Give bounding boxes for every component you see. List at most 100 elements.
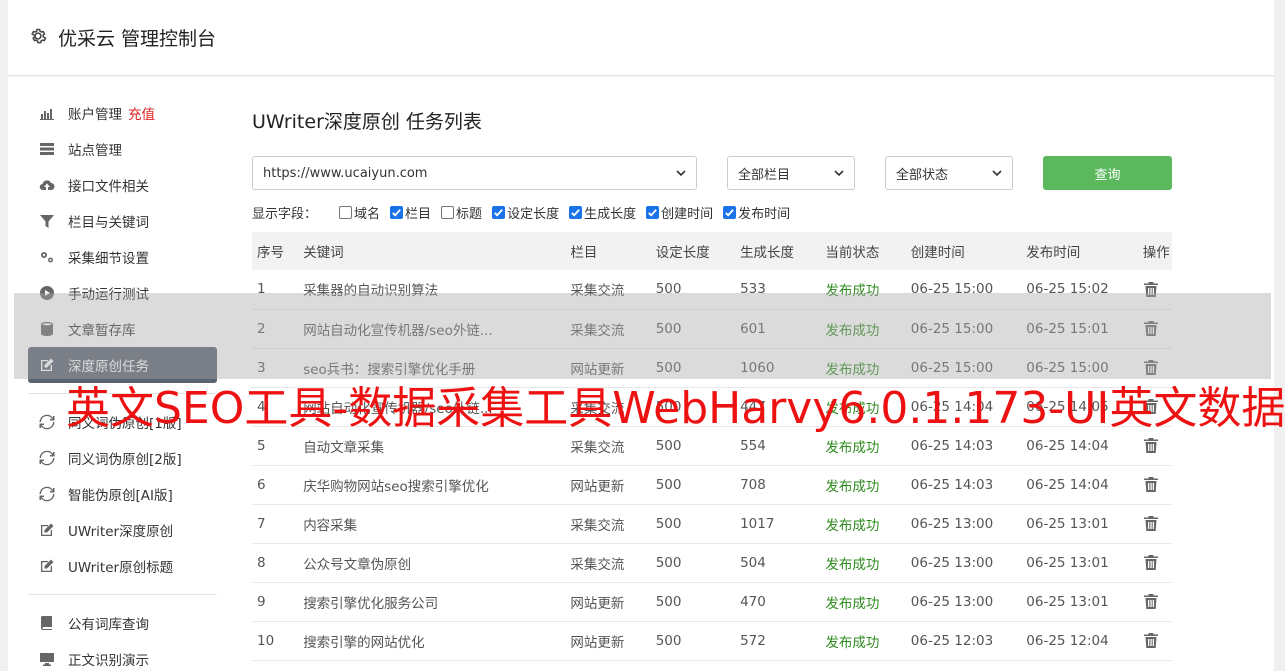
- display-fields: 显示字段： 域名 栏目 标题 设定长度 生成长度 创建时间 发布时间: [252, 203, 800, 222]
- table-cell: 06-25 12:04: [1026, 632, 1109, 649]
- table-cell: 500: [655, 632, 682, 649]
- sidebar-item-label: 正文识别演示: [68, 653, 149, 669]
- table-row: 7 内容采集 采集交流 500 1017 发布成功 06-25 13:00 06-25 13:…: [252, 504, 1172, 543]
- field-checkbox[interactable]: 栏目: [390, 203, 431, 222]
- sidebar-item[interactable]: UWriter深度原创: [28, 512, 218, 548]
- table-cell: 500: [655, 554, 682, 571]
- bar-chart-icon: [38, 104, 56, 122]
- refresh-icon: [38, 485, 56, 503]
- overlay-band: [14, 293, 1271, 379]
- sidebar-item-label: 同义词伪原创[2版]: [68, 452, 182, 468]
- cogs-icon: [38, 248, 56, 266]
- field-checkbox[interactable]: 发布时间: [723, 203, 790, 222]
- sidebar-item[interactable]: 站点管理: [28, 131, 218, 167]
- status-select[interactable]: 全部状态: [885, 156, 1013, 190]
- delete-action[interactable]: [1138, 465, 1172, 504]
- field-checkbox[interactable]: 域名: [339, 203, 380, 222]
- sidebar-item[interactable]: 账户管理 充值: [28, 95, 218, 131]
- table-cell: 06-25 13:01: [1026, 593, 1109, 610]
- table-cell: 9: [257, 593, 266, 610]
- monitor-icon: [38, 650, 56, 668]
- table-cell: 搜索引擎的网站优化: [303, 634, 425, 651]
- column-header: 序号: [257, 245, 284, 261]
- query-button[interactable]: 查询: [1043, 156, 1172, 190]
- chevron-down-icon: [676, 170, 686, 177]
- site-select-value: https://www.ucaiyun.com: [263, 165, 428, 181]
- sidebar-item[interactable]: UWriter原创标题: [28, 548, 218, 584]
- column-header: 生成长度: [740, 245, 795, 261]
- checkbox-checked-icon: [492, 206, 506, 219]
- table-cell: 发布成功: [825, 556, 880, 573]
- sidebar-item[interactable]: 智能伪原创[AI版]: [28, 476, 218, 512]
- sidebar-item-label: 账户管理: [68, 107, 122, 123]
- refresh-icon: [38, 413, 56, 431]
- chevron-down-icon: [834, 170, 844, 177]
- table-cell: 发布成功: [825, 517, 880, 534]
- table-cell: 06-25 12:03: [910, 632, 994, 649]
- trash-icon[interactable]: [1143, 515, 1159, 532]
- field-checkbox-label: 标题: [456, 207, 483, 222]
- table-cell: 网站更新: [570, 634, 625, 651]
- gear-icon: [31, 28, 47, 44]
- table-cell: 庆华购物网站seo搜索引擎优化: [303, 478, 489, 495]
- table-cell: 1017: [740, 515, 775, 532]
- table-cell: 470: [740, 593, 766, 610]
- sidebar-item-label: 接口文件相关: [68, 179, 149, 195]
- table-cell: 06-25 13:00: [910, 554, 994, 571]
- trash-icon[interactable]: [1143, 593, 1159, 610]
- column-select-value: 全部栏目: [738, 167, 791, 183]
- edit-icon: [38, 521, 56, 539]
- table-cell: 内容采集: [303, 517, 358, 534]
- table-cell: 500: [655, 515, 682, 532]
- column-header: 操作: [1142, 245, 1170, 261]
- table-cell: 发布成功: [825, 595, 880, 612]
- sidebar-item[interactable]: 正文识别演示: [28, 641, 218, 671]
- edit-icon: [38, 557, 56, 575]
- field-checkbox-label: 域名: [354, 207, 381, 222]
- chevron-down-icon: [992, 170, 1002, 177]
- sidebar-item[interactable]: 采集细节设置: [28, 239, 218, 275]
- trash-icon[interactable]: [1143, 476, 1159, 493]
- delete-action[interactable]: [1138, 621, 1172, 660]
- table-cell: 708: [740, 476, 766, 493]
- sidebar-item[interactable]: 接口文件相关: [28, 167, 218, 203]
- sidebar-item[interactable]: 公有词库查询: [28, 605, 218, 641]
- table-cell: 采集交流: [570, 556, 625, 573]
- sidebar-item[interactable]: 同义词伪原创[2版]: [28, 440, 218, 476]
- table-cell: 7: [257, 515, 266, 532]
- trash-icon[interactable]: [1143, 632, 1159, 649]
- trash-icon[interactable]: [1143, 437, 1159, 454]
- sidebar-divider: [28, 594, 217, 595]
- table-row: 9 搜索引擎优化服务公司 网站更新 500 470 发布成功 06-25 13:00 06-2…: [252, 582, 1172, 621]
- table-cell: 06-25 13:00: [910, 593, 994, 610]
- column-header: 关键词: [303, 245, 344, 261]
- table-cell: 06-25 13:01: [1026, 554, 1109, 571]
- column-select[interactable]: 全部栏目: [727, 156, 855, 190]
- page-title: UWriter深度原创 任务列表: [252, 111, 482, 133]
- sidebar-item[interactable]: 栏目与关键词: [28, 203, 218, 239]
- table-cell: 8: [257, 554, 266, 571]
- sidebar-item-label: 栏目与关键词: [68, 215, 149, 231]
- field-checkbox[interactable]: 设定长度: [492, 203, 559, 222]
- delete-action[interactable]: [1138, 582, 1172, 621]
- field-checkbox[interactable]: 标题: [441, 203, 482, 222]
- table-row: 8 公众号文章伪原创 采集交流 500 504 发布成功 06-25 13:00 06-25 …: [252, 543, 1172, 582]
- column-header: 发布时间: [1026, 245, 1081, 261]
- column-header: 设定长度: [655, 245, 710, 261]
- field-checkbox[interactable]: 生成长度: [569, 203, 636, 222]
- sidebar-item-label: 智能伪原创[AI版]: [68, 488, 173, 504]
- trash-icon[interactable]: [1143, 554, 1159, 571]
- table-cell: 06-25 13:01: [1026, 515, 1109, 532]
- table-cell: 504: [740, 554, 766, 571]
- field-checkbox[interactable]: 创建时间: [646, 203, 713, 222]
- sidebar-item-label: 站点管理: [68, 143, 122, 159]
- delete-action[interactable]: [1138, 543, 1172, 582]
- column-header: 创建时间: [910, 245, 965, 261]
- status-select-value: 全部状态: [896, 167, 949, 183]
- top-bar: 优采云 管理控制台: [8, 0, 1274, 76]
- delete-action[interactable]: [1138, 504, 1172, 543]
- table-cell: 500: [655, 476, 682, 493]
- table-cell: 搜索引擎优化服务公司: [303, 595, 439, 612]
- recharge-link[interactable]: 充值: [128, 103, 155, 123]
- site-select[interactable]: https://www.ucaiyun.com: [252, 156, 697, 190]
